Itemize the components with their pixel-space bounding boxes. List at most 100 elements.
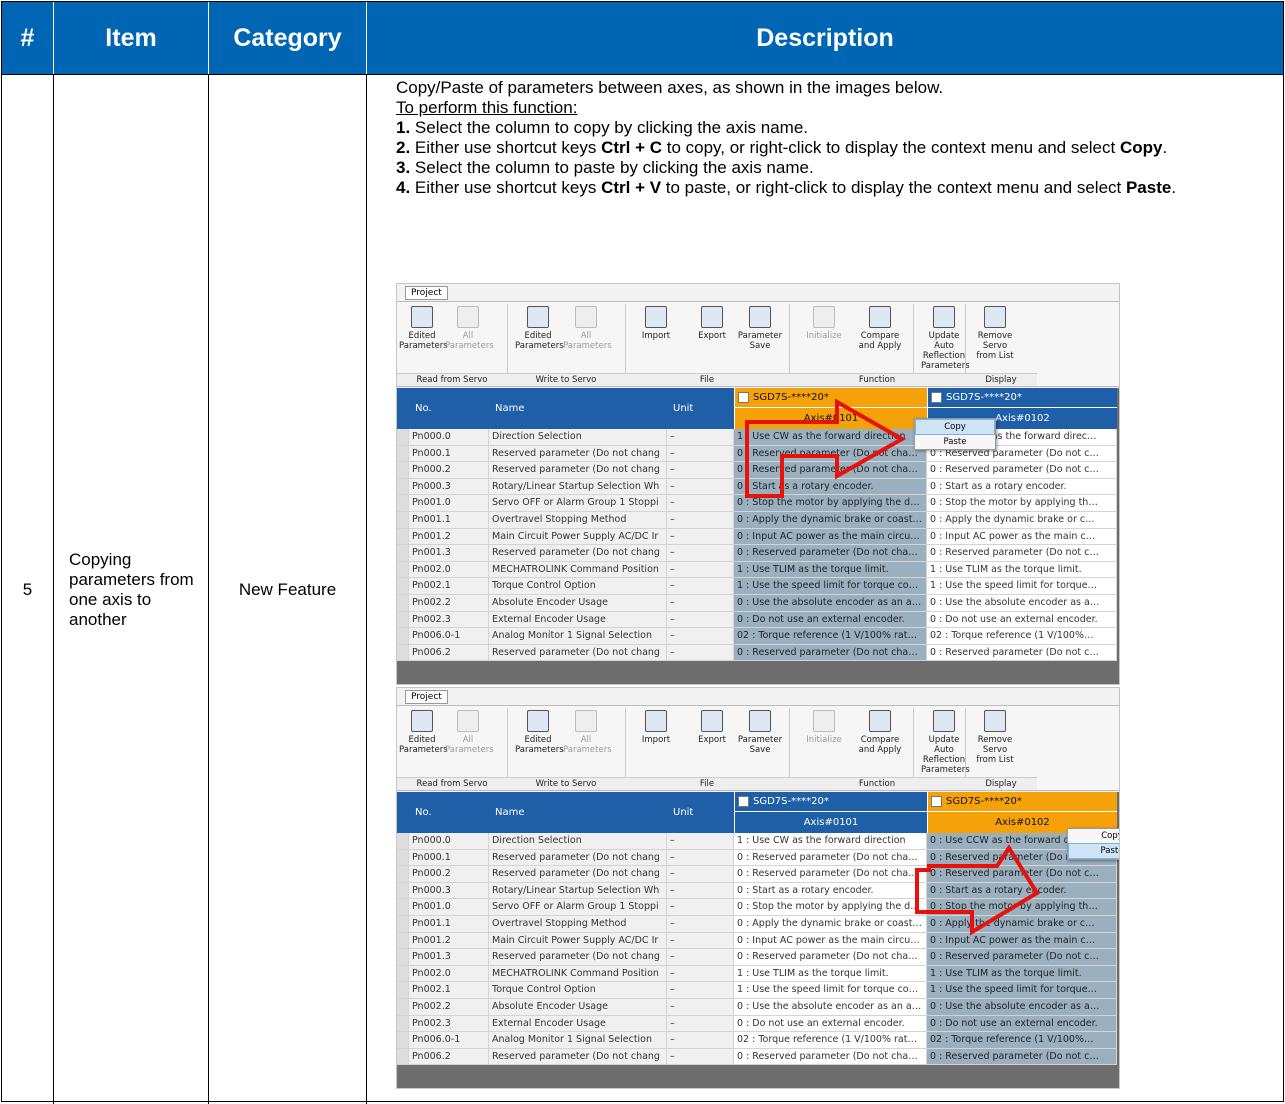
ribbon-button-compare-and-apply[interactable]: Compare and Apply: [857, 710, 903, 755]
axis-1-value[interactable]: 1 : Use TLIM as the torque limit.: [734, 561, 927, 579]
axis-1-value[interactable]: 0 : Reserved parameter (Do not cha…: [734, 849, 927, 867]
ribbon-button-remove-servo-from-list[interactable]: Remove Servo from List: [972, 710, 1018, 765]
axis-1-value[interactable]: 0 : Reserved parameter (Do not cha…: [734, 1048, 927, 1066]
axis-2-value[interactable]: 0 : Input AC power as the main c…: [927, 932, 1117, 950]
axis-1-value[interactable]: 02 : Torque reference (1 V/100% rat…: [734, 1032, 927, 1049]
context-menu[interactable]: CopyPaste: [1067, 828, 1119, 860]
ribbon-button-edited-parameters[interactable]: Edited Parameters: [515, 306, 564, 351]
axis-2-value[interactable]: 0 : Reserved parameter (Do not c…: [927, 949, 1117, 966]
axis-2-value[interactable]: 0 : Use the absolute encoder as a…: [927, 595, 1117, 612]
axis-1-value[interactable]: 0 : Start as a rotary encoder.: [734, 882, 927, 900]
context-menu-item-paste[interactable]: Paste: [1068, 843, 1119, 859]
param-number: Pn002.1: [409, 578, 489, 595]
axis-2-value[interactable]: 0 : Reserved parameter (Do not c…: [927, 462, 1117, 479]
axis-1-value[interactable]: 0 : Stop the motor by applying the d…: [734, 899, 927, 916]
axis-2-value[interactable]: 0 : Stop the motor by applying th…: [927, 495, 1117, 512]
axis-2-value[interactable]: 02 : Torque reference (1 V/100%…: [927, 628, 1117, 645]
axis-2-value[interactable]: 0 : Apply the dynamic brake or c…: [927, 512, 1117, 529]
axis-2-value[interactable]: 0 : Reserved parameter (Do not c…: [927, 545, 1117, 562]
axis-1-value[interactable]: 1 : Use TLIM as the torque limit.: [734, 965, 927, 983]
ribbon-button-update-auto-reflection-parameters[interactable]: Update Auto Reflection Parameters: [921, 306, 970, 371]
axis-1-value[interactable]: 1 : Use the speed limit for torque co…: [734, 578, 927, 595]
axis-1-value[interactable]: 0 : Reserved parameter (Do not cha…: [734, 445, 927, 463]
context-menu-item-copy[interactable]: Copy: [915, 419, 995, 435]
axis-2-value[interactable]: 1 : Use TLIM as the torque limit.: [927, 965, 1117, 983]
axis-column-header-1[interactable]: SGD7S-****20* Axis#0101: [734, 792, 927, 833]
axis-1-value[interactable]: 1 : Use the speed limit for torque co…: [734, 982, 927, 999]
axis-1-value[interactable]: 0 : Apply the dynamic brake or coast…: [734, 512, 927, 529]
axis-1-value[interactable]: 02 : Torque reference (1 V/100% rat…: [734, 628, 927, 645]
axis-checkbox[interactable]: [931, 392, 942, 403]
axis-2-value[interactable]: 0 : Apply the dynamic brake or c…: [927, 916, 1117, 933]
axis-column-header-2[interactable]: SGD7S-****20* Axis#0102: [927, 792, 1117, 833]
param-name: Analog Monitor 1 Signal Selection: [489, 628, 667, 645]
project-tab[interactable]: Project: [405, 690, 448, 704]
axis-checkbox[interactable]: [738, 796, 749, 807]
ribbon-button-parameter-save[interactable]: Parameter Save: [737, 306, 783, 351]
row-marker: [397, 982, 409, 999]
axis-2-value[interactable]: 0 : Use the absolute encoder as a…: [927, 999, 1117, 1016]
axis-1-value[interactable]: 0 : Input AC power as the main circu…: [734, 932, 927, 950]
ribbon-button-export[interactable]: Export: [689, 306, 735, 341]
axis-2-value[interactable]: 0 : Input AC power as the main c…: [927, 528, 1117, 546]
axis-2-value[interactable]: 0 : Do not use an external encoder.: [927, 1015, 1117, 1033]
axis-1-value[interactable]: 0 : Reserved parameter (Do not cha…: [734, 949, 927, 966]
table-row: Pn006.0-1 Analog Monitor 1 Signal Selecti…: [397, 628, 1119, 645]
axis-1-value[interactable]: 0 : Use the absolute encoder as an a…: [734, 595, 927, 612]
ribbon-button-import[interactable]: Import: [633, 710, 679, 745]
row-marker: [397, 595, 409, 612]
export-icon: [701, 306, 723, 328]
axis-1-value[interactable]: 1 : Use CW as the forward direction: [734, 429, 927, 446]
axis-2-value[interactable]: 0 : Stop the motor by applying th…: [927, 899, 1117, 916]
ribbon-button-edited-parameters[interactable]: Edited Parameters: [399, 710, 448, 755]
context-menu-item-copy[interactable]: Copy: [1068, 829, 1119, 843]
axis-model-label: SGD7S-****20*: [753, 392, 829, 403]
write-edited-icon: [527, 306, 549, 328]
axis-2-value[interactable]: 0 : Start as a rotary encoder.: [927, 882, 1117, 900]
axis-2-value[interactable]: 1 : Use TLIM as the torque limit.: [927, 561, 1117, 579]
ribbon-toolbar: Edited Parameters All Parameters Edited Pa…: [397, 301, 1119, 387]
ribbon-button-compare-and-apply[interactable]: Compare and Apply: [857, 306, 903, 351]
ribbon-button-parameter-save[interactable]: Parameter Save: [737, 710, 783, 755]
axis-name[interactable]: Axis#0101: [735, 408, 927, 428]
ribbon-button-edited-parameters[interactable]: Edited Parameters: [515, 710, 564, 755]
ribbon-button-label: Import: [641, 735, 671, 745]
ribbon-button-edited-parameters[interactable]: Edited Parameters: [399, 306, 448, 351]
axis-1-value[interactable]: 0 : Do not use an external encoder.: [734, 611, 927, 629]
axis-column-header-1[interactable]: SGD7S-****20* Axis#0101: [734, 388, 927, 429]
step-4-number: 4.: [396, 178, 411, 197]
axis-2-value[interactable]: 0 : Reserved parameter (Do not c…: [927, 644, 1117, 662]
axis-1-value[interactable]: 0 : Input AC power as the main circu…: [734, 528, 927, 546]
axis-1-value[interactable]: 0 : Reserved parameter (Do not cha…: [734, 866, 927, 883]
ribbon-button-export[interactable]: Export: [689, 710, 735, 745]
axis-2-value[interactable]: 0 : Reserved parameter (Do not c…: [927, 1048, 1117, 1066]
axis-name[interactable]: Axis#0101: [735, 812, 927, 832]
table-row: Pn006.2 Reserved parameter (Do not chang –…: [397, 644, 1119, 662]
axis-1-value[interactable]: 0 : Start as a rotary encoder.: [734, 478, 927, 496]
axis-2-value[interactable]: 0 : Do not use an external encoder.: [927, 611, 1117, 629]
axis-1-value[interactable]: 0 : Reserved parameter (Do not cha…: [734, 644, 927, 662]
project-tab[interactable]: Project: [405, 286, 448, 300]
axis-1-value[interactable]: 0 : Reserved parameter (Do not cha…: [734, 462, 927, 479]
axis-1-value[interactable]: 0 : Reserved parameter (Do not cha…: [734, 545, 927, 562]
param-unit: –: [667, 644, 734, 662]
ribbon-button-remove-servo-from-list[interactable]: Remove Servo from List: [972, 306, 1018, 361]
axis-checkbox[interactable]: [738, 392, 749, 403]
axis-1-value[interactable]: 0 : Do not use an external encoder.: [734, 1015, 927, 1033]
step-4-text-a: Either use shortcut keys: [410, 178, 602, 197]
axis-1-value[interactable]: 1 : Use CW as the forward direction: [734, 833, 927, 850]
axis-1-value[interactable]: 0 : Use the absolute encoder as an a…: [734, 999, 927, 1016]
axis-2-value[interactable]: 1 : Use the speed limit for torque…: [927, 982, 1117, 999]
axis-2-value[interactable]: 0 : Start as a rotary encoder.: [927, 478, 1117, 496]
axis-2-value[interactable]: 0 : Reserved parameter (Do not c…: [927, 866, 1117, 883]
table-row: Pn001.3 Reserved parameter (Do not chang –…: [397, 545, 1119, 562]
ribbon-button-import[interactable]: Import: [633, 306, 679, 341]
ribbon-button-update-auto-reflection-parameters[interactable]: Update Auto Reflection Parameters: [921, 710, 970, 775]
axis-1-value[interactable]: 0 : Stop the motor by applying the d…: [734, 495, 927, 512]
context-menu[interactable]: CopyPaste: [914, 418, 996, 450]
axis-2-value[interactable]: 02 : Torque reference (1 V/100%…: [927, 1032, 1117, 1049]
axis-checkbox[interactable]: [931, 796, 942, 807]
axis-2-value[interactable]: 1 : Use the speed limit for torque…: [927, 578, 1117, 595]
context-menu-item-paste[interactable]: Paste: [915, 435, 995, 449]
axis-1-value[interactable]: 0 : Apply the dynamic brake or coast…: [734, 916, 927, 933]
